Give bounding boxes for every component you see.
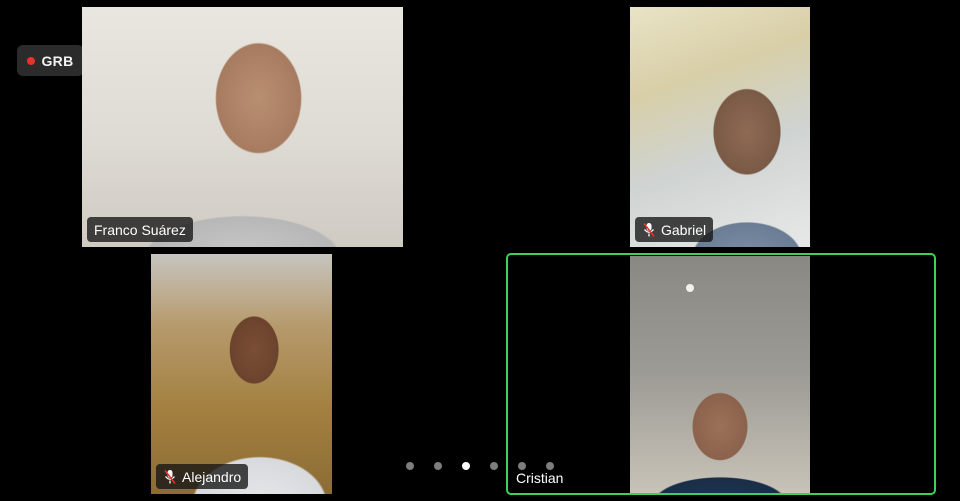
participant-name: Gabriel <box>661 221 707 238</box>
ceiling-light <box>686 284 694 292</box>
recording-badge: GRB <box>17 45 84 76</box>
participant-name: Cristian <box>516 469 564 486</box>
participant-name-tag: Franco Suárez <box>87 217 193 242</box>
recording-dot-icon <box>27 56 36 65</box>
participant-video <box>82 7 403 247</box>
participant-video <box>151 254 332 494</box>
participant-video <box>630 7 810 247</box>
video-tile-franco[interactable]: Franco Suárez <box>82 7 403 247</box>
participant-name: Franco Suárez <box>94 221 186 238</box>
participant-name-tag: Alejandro <box>156 464 249 489</box>
mic-off-icon <box>643 222 655 237</box>
video-tile-cristian[interactable] <box>630 256 810 493</box>
page-dot[interactable] <box>434 462 442 470</box>
page-dot[interactable] <box>490 462 498 470</box>
page-dot[interactable] <box>546 462 554 470</box>
participant-name-tag: Gabriel <box>635 217 714 242</box>
page-dot[interactable] <box>406 462 414 470</box>
gallery-pager <box>406 462 554 470</box>
page-dot[interactable] <box>518 462 526 470</box>
video-tile-gabriel[interactable]: Gabriel <box>630 7 810 247</box>
recording-label: GRB <box>41 52 74 69</box>
video-tile-alejandro[interactable]: Alejandro <box>151 254 332 494</box>
participant-video <box>630 256 810 493</box>
participant-name: Alejandro <box>182 468 242 485</box>
page-dot-current[interactable] <box>462 462 470 470</box>
mic-off-icon <box>164 469 176 484</box>
